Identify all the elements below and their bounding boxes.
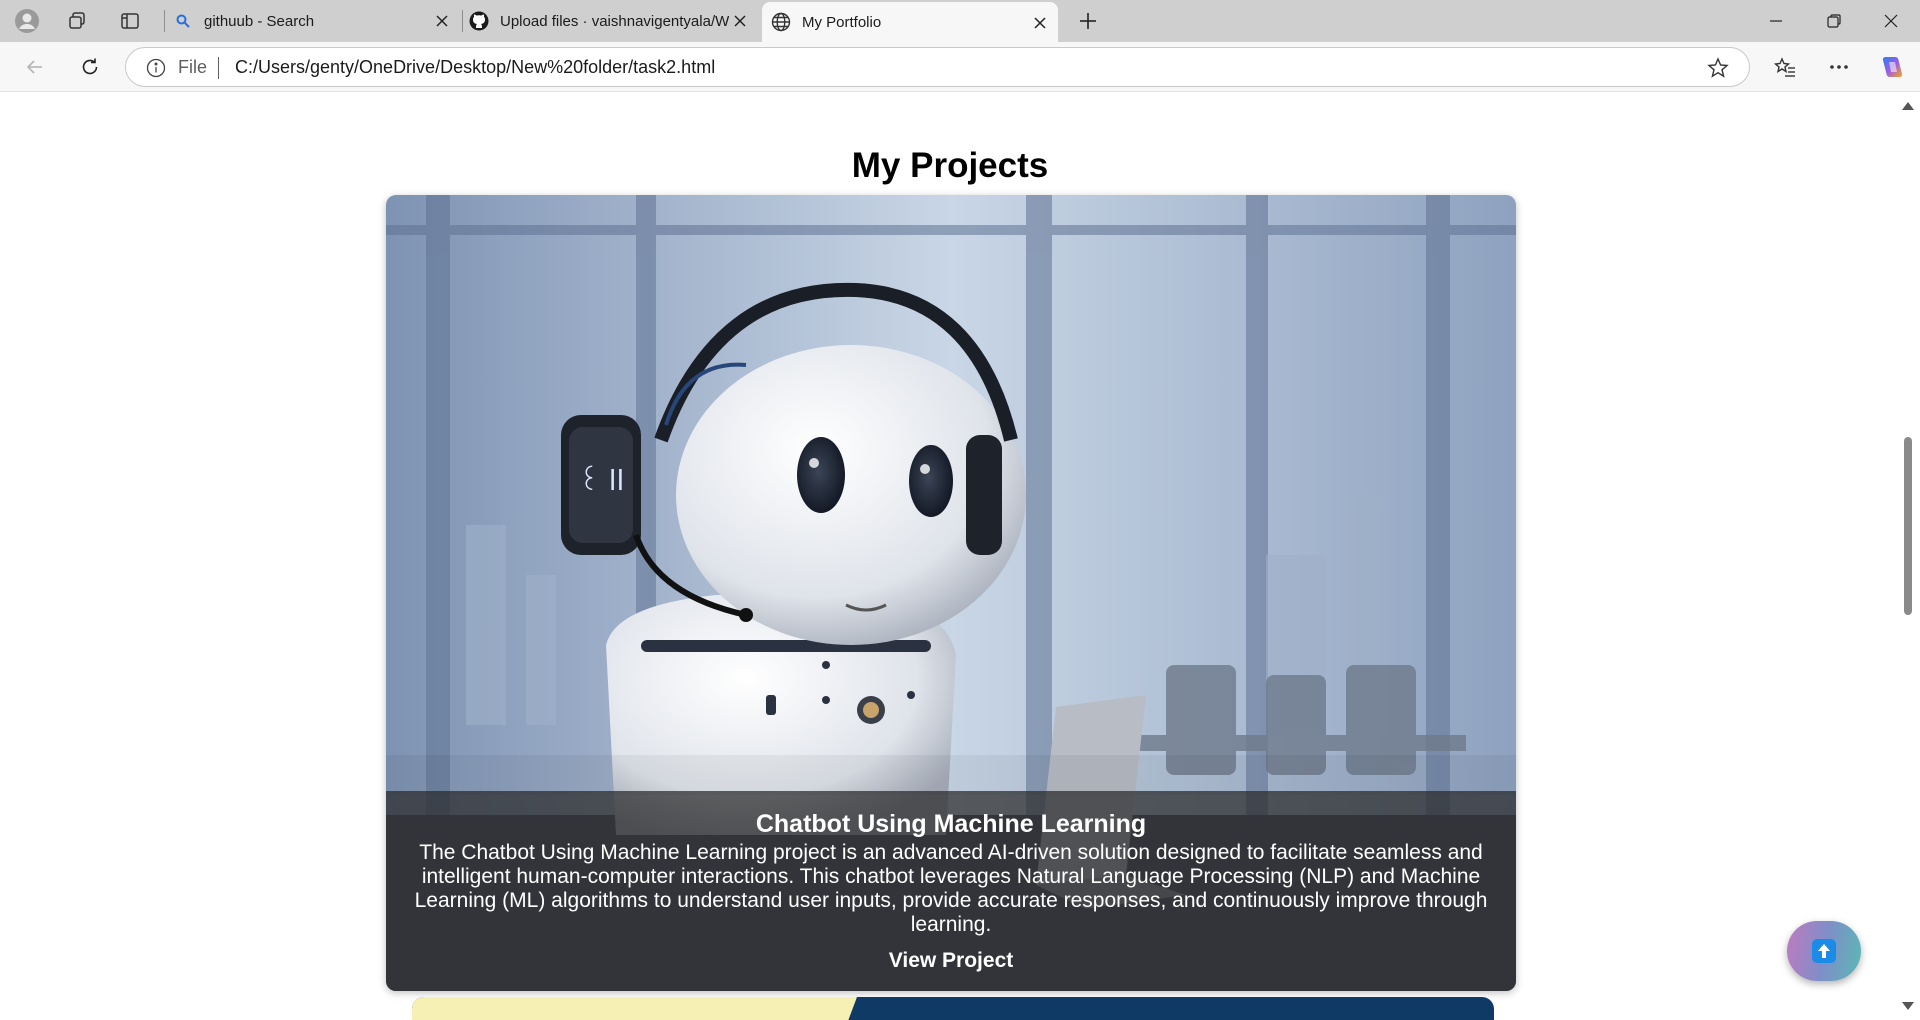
- project-card[interactable]: ꒰ ll Chatbot Using Machine Learning The …: [386, 195, 1516, 991]
- github-icon: [468, 10, 490, 32]
- close-window-button[interactable]: [1862, 0, 1920, 42]
- project-description: The Chatbot Using Machine Learning proje…: [414, 841, 1488, 936]
- scroll-to-top-button[interactable]: [1787, 921, 1861, 981]
- more-menu-icon[interactable]: [1822, 50, 1856, 84]
- tab-label: Upload files · vaishnavigentyala/W: [500, 12, 730, 30]
- tab-label: My Portfolio: [802, 13, 882, 31]
- address-bar[interactable]: File C:/Users/genty/OneDrive/Desktop/New…: [125, 47, 1750, 87]
- minimize-button[interactable]: [1747, 0, 1805, 42]
- copilot-icon[interactable]: [1876, 50, 1910, 84]
- favorites-icon[interactable]: [1768, 50, 1802, 84]
- arrow-up-icon: [1812, 939, 1836, 963]
- browser-toolbar: File C:/Users/genty/OneDrive/Desktop/New…: [0, 42, 1920, 92]
- close-icon[interactable]: [730, 11, 750, 31]
- workspaces-icon[interactable]: [62, 6, 92, 36]
- back-button[interactable]: [18, 50, 52, 84]
- tab-my-portfolio[interactable]: My Portfolio: [762, 2, 1058, 42]
- close-icon[interactable]: [432, 11, 452, 31]
- restore-button[interactable]: [1805, 0, 1863, 42]
- scroll-down-arrow-icon[interactable]: [1902, 997, 1914, 1015]
- scrollbar-thumb[interactable]: [1904, 437, 1912, 615]
- profile-icon[interactable]: [12, 6, 42, 36]
- scheme-label: File: [178, 57, 208, 77]
- next-project-card[interactable]: [412, 997, 1494, 1020]
- close-icon[interactable]: [1030, 13, 1050, 33]
- scroll-up-arrow-icon[interactable]: [1902, 97, 1914, 115]
- vertical-tabs-icon[interactable]: [115, 6, 145, 36]
- view-project-link[interactable]: View Project: [889, 949, 1014, 973]
- new-tab-button[interactable]: [1073, 6, 1103, 36]
- tab-label: githuub - Search: [204, 12, 315, 30]
- tab-upload-files[interactable]: Upload files · vaishnavigentyala/W: [468, 0, 758, 42]
- refresh-button[interactable]: [73, 50, 107, 84]
- search-icon: [172, 10, 194, 32]
- tab-search[interactable]: githuub - Search: [172, 0, 460, 42]
- url-text[interactable]: C:/Users/genty/OneDrive/Desktop/New%20fo…: [235, 57, 715, 78]
- favorite-star-icon[interactable]: [1707, 57, 1729, 84]
- project-caption: Chatbot Using Machine Learning The Chatb…: [386, 791, 1516, 991]
- page-title: My Projects: [851, 146, 1049, 185]
- svg-text:꒰ ll: ꒰ ll: [578, 464, 624, 497]
- page-scrollbar[interactable]: [1896, 93, 1920, 1020]
- info-icon[interactable]: [146, 58, 166, 83]
- tab-strip: githuub - Search Upload files · vaishnav…: [0, 0, 1920, 42]
- next-project-image: [412, 997, 1494, 1020]
- globe-icon: [770, 11, 792, 33]
- project-title: Chatbot Using Machine Learning: [755, 810, 1147, 838]
- page-viewport: My Projects ꒰ ll Chatbot Using Machine L…: [5, 93, 1900, 1020]
